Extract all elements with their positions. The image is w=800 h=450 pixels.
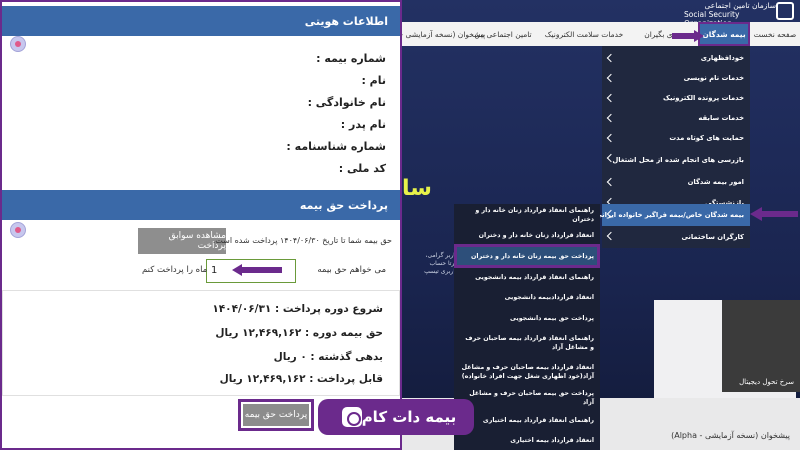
menu-item-self-declaration[interactable]: خودافظهاری [602, 48, 750, 68]
summary-payable: قابل پرداخت : ۱۲,۴۶۹,۱۶۲ ریال [219, 373, 383, 385]
submenu-item-freelance-contract[interactable]: انعقاد قرارداد بیمه صاحبان حرف و مشاغل آ… [454, 358, 600, 386]
field-birth-certificate: شماره شناسنامه : [286, 140, 386, 153]
field-first-name: نام : [361, 74, 386, 87]
digital-card: سرخ تحول دیجیتال [722, 300, 800, 392]
menu-item-inspections[interactable]: بازرسی های انجام شده از محل اشتغال [602, 148, 750, 172]
arrow-left-icon [232, 264, 282, 276]
chevron-left-icon [606, 93, 616, 103]
submenu-item-housewife-guide[interactable]: راهنمای انعقاد قرارداد زنان خانه دار و د… [454, 204, 600, 226]
submenu-item-housewife-payment[interactable]: پرداخت حق بیمه زنان خانه دار و دختران [454, 244, 600, 268]
identity-header: اطلاعات هویتی [2, 6, 400, 36]
website-background: سازمان تامین اجتماعی Social Security Org… [402, 0, 800, 450]
menu-item-label: خدمات پرونده الکترونیک [663, 94, 744, 102]
menu-item-label: بازرسی های انجام شده از محل اشتغال [612, 156, 744, 164]
menu-item-label: بیمه شدگان خاص/بیمه فراگیر خانواده ایران… [595, 211, 744, 219]
field-insurance-number: شماره بیمه : [316, 52, 386, 65]
payment-header: پرداخت حق بیمه [2, 190, 400, 220]
payment-title: پرداخت حق بیمه [299, 198, 388, 212]
field-national-id: کد ملی : [338, 162, 386, 175]
nav-e-health[interactable]: خدمات سلامت الکترونیک [534, 22, 634, 46]
watermark-badge-icon [341, 407, 362, 427]
menu-item-short-term[interactable]: حمایت های کوتاه مدت [602, 128, 750, 148]
month-label: ماه را پرداخت کنم [142, 265, 208, 275]
field-father-name: نام پدر : [340, 118, 386, 131]
watermark-text: بیمه دات کام [361, 408, 457, 426]
menu-item-label: حمایت های کوتاه مدت [669, 134, 744, 142]
submenu-item-student-contract[interactable]: انعقاد قراردادبیمه دانشجویی [454, 286, 600, 308]
menu-item-construction-workers[interactable]: کارگران ساختمانی [602, 226, 750, 248]
chevron-left-icon [606, 53, 616, 63]
alpha-counter-text[interactable]: پیشخوان (نسخه آزمایشی - Alpha) [671, 431, 790, 440]
main-nav: صفحه نخست بیمه شدگان ...ی بگیران خدمات س… [402, 22, 800, 46]
logo-emblem-icon [776, 2, 794, 20]
brain-icon [10, 222, 26, 238]
submenu-item-student-payment[interactable]: پرداخت حق بیمه دانشجویی [454, 308, 600, 328]
menu-item-label: خدمات نام نویسی [683, 74, 744, 82]
pay-premium-button[interactable]: پرداخت حق بیمه [243, 404, 309, 426]
menu-item-special-insured[interactable]: بیمه شدگان خاص/بیمه فراگیر خانواده ایران… [595, 204, 750, 226]
want-label: می خواهم حق بیمه [317, 265, 386, 275]
field-last-name: نام خانوادگی : [307, 96, 386, 109]
submenu-item-freelance-guide[interactable]: راهنمای انعقاد قرارداد بیمه صاحبان حرف و… [454, 328, 600, 358]
chevron-left-icon [606, 113, 616, 123]
arrow-right-icon [672, 30, 704, 42]
pay-button-highlight: پرداخت حق بیمه [238, 399, 314, 431]
identity-title: اطلاعات هویتی [304, 14, 388, 28]
summary-start-date: شروع دوره پرداخت : ۱۴۰۴/۰۶/۳۱ [212, 303, 383, 315]
special-insured-submenu: راهنمای انعقاد قرارداد زنان خانه دار و د… [454, 204, 600, 450]
menu-item-label: خدمات سابقه [698, 114, 744, 122]
nav-counter[interactable]: پیشخوان (نسخه آزمایشی - ... [402, 22, 485, 46]
submenu-item-student-guide[interactable]: راهنمای انعقاد قرارداد بیمه دانشجویی [454, 268, 600, 286]
chevron-left-icon [606, 231, 616, 241]
submenu-item-optional-guide[interactable]: راهنمای انعقاد قرارداد بیمه اختیاری [454, 410, 600, 430]
chevron-left-icon [606, 133, 616, 143]
brain-icon [10, 36, 26, 52]
nav-insured[interactable]: بیمه شدگان [698, 22, 750, 46]
logo-text-fa: سازمان تامین اجتماعی [704, 1, 776, 10]
menu-item-label: امور بیمه شدگان [687, 178, 744, 186]
watermark-logo: بیمه دات کام [318, 399, 474, 435]
site-logo[interactable]: سازمان تامین اجتماعی Social Security Org… [684, 1, 776, 28]
arrow-left-icon [750, 207, 798, 221]
hero-text: سا [402, 176, 432, 201]
payment-summary: شروع دوره پرداخت : ۱۴۰۴/۰۶/۳۱ حق بیمه دو… [2, 290, 400, 396]
chevron-left-icon [606, 73, 616, 83]
summary-period-premium: حق بیمه دوره : ۱۲,۴۶۹,۱۶۲ ریال [215, 327, 383, 339]
month-count-value: 1 [211, 265, 218, 276]
digital-card-text: سرخ تحول دیجیتال [739, 378, 794, 386]
submenu-item-optional-contract[interactable]: انعقاد قرارداد بیمه اختیاری [454, 430, 600, 450]
menu-item-registration[interactable]: خدمات نام نویسی [602, 68, 750, 88]
insured-dropdown-menu: خودافظهاری خدمات نام نویسی خدمات پرونده … [595, 46, 750, 248]
menu-item-label: کارگران ساختمانی [681, 233, 744, 241]
menu-item-history[interactable]: خدمات سابقه [602, 108, 750, 128]
insurance-panel: اطلاعات هویتی شماره بیمه : نام : نام خان… [0, 0, 402, 450]
paid-until-text: حق بیمه شما تا تاریخ ۱۴۰۴/۰۶/۳۰ پرداخت ش… [212, 236, 392, 245]
summary-past-debt: بدهی گذشته : ۰ ریال [273, 351, 383, 363]
submenu-item-freelance-payment[interactable]: پرداخت حق بیمه صاحبان حرف و مشاغل آزاد [454, 386, 600, 410]
submenu-item-housewife-contract[interactable]: انعقاد قرارداد زنان خانه دار و دختران [454, 226, 600, 244]
menu-item-label: خودافظهاری [700, 54, 744, 62]
menu-item-e-file[interactable]: خدمات پرونده الکترونیک [602, 88, 750, 108]
site-header: سازمان تامین اجتماعی Social Security Org… [402, 0, 800, 28]
chevron-left-icon [606, 177, 616, 187]
menu-item-insured-affairs[interactable]: امور بیمه شدگان [602, 172, 750, 192]
nav-home[interactable]: صفحه نخست [750, 22, 800, 46]
side-text: کاربر گرامی، مرتا حساب کاربری تیسپ [424, 252, 458, 275]
